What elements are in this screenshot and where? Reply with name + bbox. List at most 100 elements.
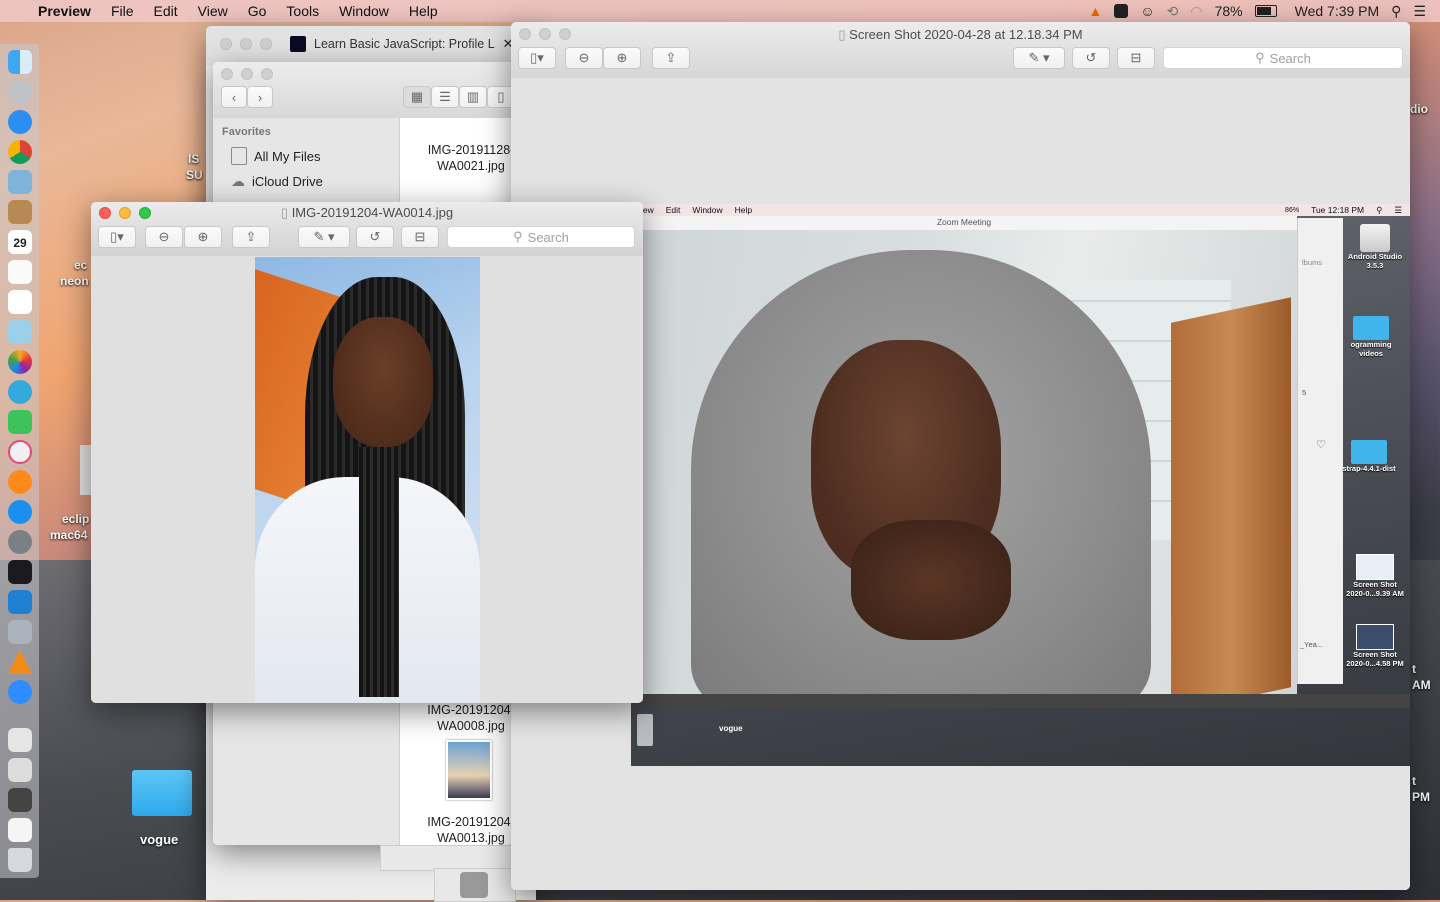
app-menu[interactable]: Preview bbox=[28, 3, 101, 19]
zoom-in-button[interactable]: ⊕ bbox=[184, 226, 222, 248]
face bbox=[333, 317, 433, 447]
notes-dock-icon[interactable] bbox=[8, 260, 32, 284]
reminders-dock-icon[interactable] bbox=[8, 290, 32, 314]
list-view-button[interactable]: ☰ bbox=[431, 86, 459, 108]
rotate-button[interactable]: ↺ bbox=[356, 226, 394, 248]
notification-center-icon[interactable]: ☰ bbox=[1413, 3, 1426, 20]
file-name-line2: WA0008.jpg bbox=[437, 719, 505, 733]
vogue-folder-icon[interactable] bbox=[132, 770, 192, 816]
finder-dock-icon[interactable] bbox=[8, 50, 32, 74]
menu-edit[interactable]: Edit bbox=[144, 3, 188, 19]
folder-icon bbox=[1353, 316, 1389, 340]
pdf-doc-dock-icon[interactable] bbox=[8, 818, 32, 842]
zoom-dock-icon[interactable] bbox=[8, 680, 32, 704]
close-button[interactable] bbox=[220, 38, 232, 50]
app-store-dock-icon[interactable] bbox=[8, 500, 32, 524]
photo-booth-dock-icon[interactable] bbox=[8, 320, 32, 344]
sidebar-toggle-button[interactable]: ▯▾ bbox=[518, 47, 556, 69]
finder-minimize-button[interactable] bbox=[241, 68, 253, 80]
zoom-button[interactable] bbox=[260, 38, 272, 50]
calendar-dock-icon[interactable]: 29 bbox=[8, 230, 32, 254]
share-button[interactable]: ⇪ bbox=[232, 226, 270, 248]
embedded-albums-label: lbums bbox=[1302, 258, 1323, 267]
contacts-dock-icon[interactable] bbox=[8, 200, 32, 224]
spotlight-icon[interactable]: ⚲ bbox=[1391, 3, 1401, 20]
dtool-dock-icon[interactable] bbox=[8, 560, 32, 584]
trash-dock-icon[interactable] bbox=[8, 848, 32, 872]
chrome-dock-icon[interactable] bbox=[8, 140, 32, 164]
file-item-wa0008[interactable]: IMG-20191204- WA0008.jpg bbox=[406, 702, 513, 734]
jpg-file-icon: ▯ bbox=[280, 205, 292, 220]
markup-pen-button[interactable]: ✎ ▾ bbox=[1013, 47, 1065, 69]
zoom-out-button[interactable]: ⊖ bbox=[565, 47, 603, 69]
toolbox-button[interactable]: ⊟ bbox=[401, 226, 439, 248]
safari-dock-icon[interactable] bbox=[8, 110, 32, 134]
menu-window[interactable]: Window bbox=[329, 3, 399, 19]
file-name-line2: WA0013.jpg bbox=[437, 831, 505, 845]
rotate-button[interactable]: ↺ bbox=[1072, 47, 1110, 69]
zoom-meeting-title: Zoom Meeting bbox=[936, 217, 992, 227]
itunes-dock-icon[interactable] bbox=[8, 440, 32, 464]
document-dock-icon[interactable] bbox=[8, 728, 32, 752]
play-icon[interactable] bbox=[460, 872, 488, 898]
person-hand bbox=[851, 520, 1011, 640]
grid-doc-dock-icon[interactable] bbox=[8, 758, 32, 782]
finder-close-button[interactable] bbox=[221, 68, 233, 80]
menu-file[interactable]: File bbox=[101, 3, 144, 19]
icon-view-button[interactable]: ▦ bbox=[403, 86, 431, 108]
vlc-status-icon[interactable]: ▲ bbox=[1088, 3, 1102, 19]
embedded-vogue-label: vogue bbox=[719, 724, 743, 733]
desktop-label-eclip: eclip bbox=[62, 512, 90, 526]
time-machine-icon[interactable]: ⟲ bbox=[1167, 3, 1179, 20]
search-field[interactable]: ⚲ Search bbox=[447, 226, 635, 248]
markup-pen-button[interactable]: ✎ ▾ bbox=[298, 226, 350, 248]
minimize-button[interactable] bbox=[240, 38, 252, 50]
menu-help[interactable]: Help bbox=[399, 3, 448, 19]
file-name-line1: IMG-20191128- bbox=[427, 143, 513, 157]
embedded-count-label: 5 bbox=[1302, 388, 1307, 397]
forward-button[interactable]: › bbox=[247, 86, 273, 108]
menu-go[interactable]: Go bbox=[238, 3, 277, 19]
share-button[interactable]: ⇪ bbox=[652, 47, 690, 69]
sidebar-item-all-my-files[interactable]: All My Files bbox=[231, 147, 320, 165]
photos-dock-icon[interactable] bbox=[8, 350, 32, 374]
alien-status-icon[interactable]: ☺ bbox=[1140, 3, 1154, 19]
facetime-dock-icon[interactable] bbox=[8, 410, 32, 434]
browser-tab[interactable]: Learn Basic JavaScript: Profile L ✕ bbox=[290, 36, 514, 52]
clock[interactable]: Wed 7:39 PM bbox=[1295, 3, 1380, 19]
vscode-dock-icon[interactable] bbox=[8, 590, 32, 614]
android-studio-label: Android Studio 3.5.3 bbox=[1347, 252, 1403, 270]
ibooks-dock-icon[interactable] bbox=[8, 470, 32, 494]
launchpad-dock-icon[interactable] bbox=[8, 80, 32, 104]
menu-tools[interactable]: Tools bbox=[276, 3, 329, 19]
cover-flow-button[interactable]: ▯ bbox=[487, 86, 513, 108]
toolbox-button[interactable]: ⊟ bbox=[1117, 47, 1155, 69]
embedded-bottom-strip bbox=[631, 694, 1410, 708]
battery-icon[interactable] bbox=[1254, 5, 1277, 17]
search-field[interactable]: ⚲ Search bbox=[1163, 47, 1403, 69]
freecodecamp-favicon-icon bbox=[290, 36, 306, 52]
system-preferences-dock-icon[interactable] bbox=[8, 530, 32, 554]
vogue-folder-label[interactable]: vogue bbox=[140, 832, 178, 847]
back-button[interactable]: ‹ bbox=[221, 86, 247, 108]
zoom-in-button[interactable]: ⊕ bbox=[603, 47, 641, 69]
zoom-out-button[interactable]: ⊖ bbox=[145, 226, 183, 248]
sidebar-toggle-button[interactable]: ▯▾ bbox=[98, 226, 136, 248]
messages-dock-icon[interactable] bbox=[8, 380, 32, 404]
battery-percent[interactable]: 78% bbox=[1215, 3, 1243, 19]
embedded-desktop-item-programming: ogramming videos bbox=[1339, 316, 1403, 358]
wifi-icon[interactable]: ◠ bbox=[1190, 3, 1202, 20]
drive-utility-dock-icon[interactable] bbox=[8, 620, 32, 644]
sidebar-item-icloud-drive[interactable]: ☁ iCloud Drive bbox=[231, 173, 323, 190]
vlc-dock-icon[interactable] bbox=[8, 650, 32, 674]
menu-view[interactable]: View bbox=[188, 3, 238, 19]
finder-zoom-button[interactable] bbox=[261, 68, 273, 80]
preview-dock-icon[interactable] bbox=[8, 170, 32, 194]
file-item-wa0013[interactable]: IMG-20191204- WA0013.jpg bbox=[406, 814, 513, 845]
embedded-spotlight-icon: ⚲ bbox=[1376, 204, 1383, 215]
file-thumbnail-wa0013[interactable] bbox=[446, 740, 492, 800]
dtool-status-icon[interactable] bbox=[1114, 4, 1129, 18]
image-doc-dock-icon[interactable] bbox=[8, 788, 32, 812]
file-item-wa0021[interactable]: IMG-20191128- WA0021.jpg bbox=[406, 142, 513, 174]
column-view-button[interactable]: ▥ bbox=[459, 86, 487, 108]
